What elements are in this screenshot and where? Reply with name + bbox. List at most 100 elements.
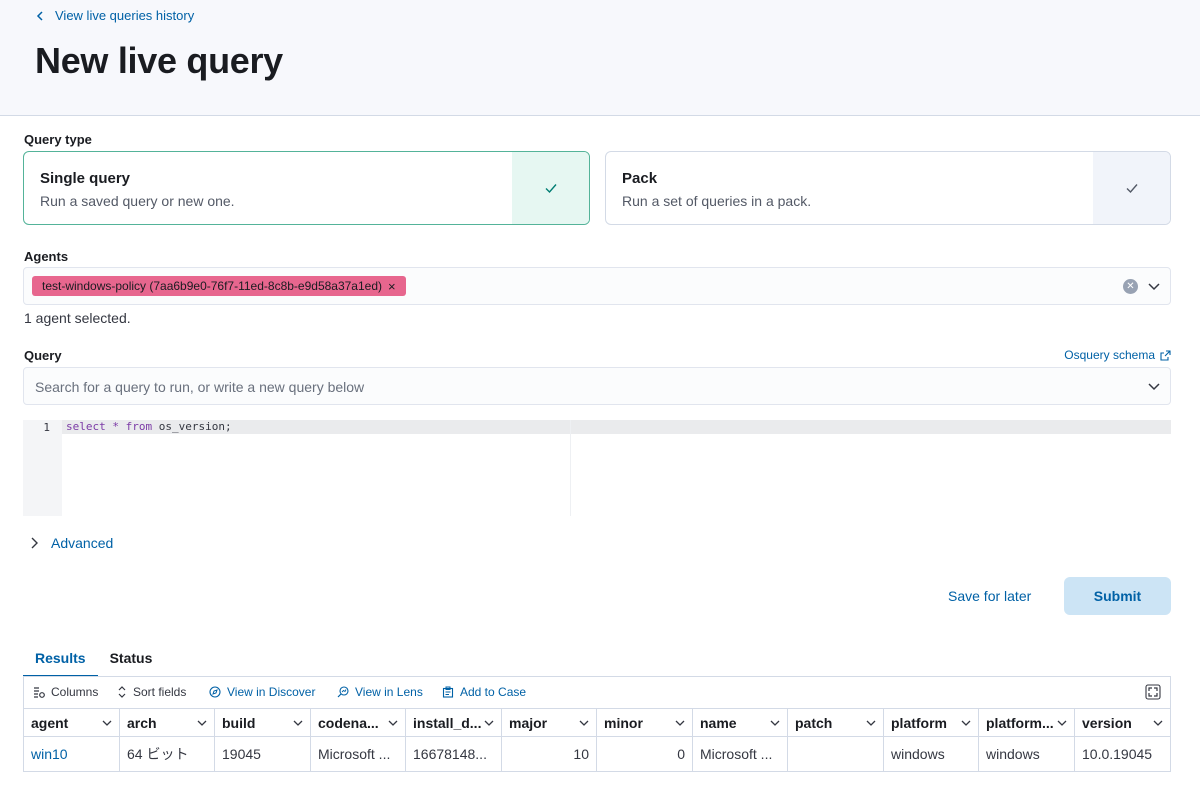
pack-card[interactable]: Pack Run a set of queries in a pack. [605,151,1171,225]
line-number: 1 [43,421,50,434]
query-type-label: Query type [24,132,92,147]
column-header-7[interactable]: name [693,709,788,736]
agents-label: Agents [24,249,69,264]
advanced-label[interactable]: Advanced [51,535,113,551]
column-header-3[interactable]: codena... [311,709,406,736]
table-cell-version: 10.0.19045 [1082,746,1153,762]
clear-selection-icon[interactable]: ✕ [1123,279,1138,294]
agents-helper-text: 1 agent selected. [24,310,131,326]
chevron-down-icon[interactable] [293,718,303,728]
pack-title: Pack [622,170,658,187]
table-row: win10 64 ビット 19045 Microsoft ... 16678148...… [24,737,1170,771]
agents-combobox[interactable]: test-windows-policy (7aa6b9e0-76f7-11ed-… [23,267,1171,305]
column-header-9[interactable]: platform [884,709,979,736]
save-for-later-button[interactable]: Save for later [948,588,1031,604]
chevron-down-icon[interactable] [770,718,780,728]
code-line[interactable]: select * from os_version; [66,420,232,434]
columns-icon [34,687,45,698]
chevron-down-icon[interactable] [961,718,971,728]
add-to-case-button[interactable]: Add to Case [442,685,526,699]
editor-gutter: 1 [23,420,62,516]
column-header-8[interactable]: patch [788,709,884,736]
column-header-label: agent [31,714,69,731]
chevron-down-icon[interactable] [1146,378,1162,394]
agent-pill[interactable]: test-windows-policy (7aa6b9e0-76f7-11ed-… [32,276,406,296]
column-header-1[interactable]: arch [120,709,215,736]
column-header-5[interactable]: major [502,709,597,736]
table-cell-agent[interactable]: win10 [24,737,120,771]
remove-pill-icon[interactable]: × [388,279,396,294]
chevron-down-icon[interactable] [484,718,494,728]
table-cell-patch [788,737,884,771]
table-cell-install_d: 16678148... [406,737,502,771]
single-query-card[interactable]: Single query Run a saved query or new on… [23,151,590,225]
query-search-combobox[interactable]: Search for a query to run, or write a ne… [23,367,1171,405]
check-icon [545,184,557,194]
column-header-10[interactable]: platform... [979,709,1075,736]
osquery-schema-label[interactable]: Osquery schema [1064,348,1155,362]
chevron-down-icon[interactable] [102,718,112,728]
back-link-label[interactable]: View live queries history [55,8,194,23]
osquery-schema-link[interactable]: Osquery schema [1064,348,1171,362]
view-in-lens-button[interactable]: View in Lens [337,685,423,699]
table-cell-build: 19045 [215,737,311,771]
table-cell-platform: windows [979,737,1075,771]
tab-status[interactable]: Status [98,640,165,677]
page-title: New live query [35,40,283,81]
sort-fields-label: Sort fields [133,685,187,699]
discover-icon [209,686,221,698]
pack-check[interactable] [1093,152,1170,224]
table-cell-minor: 0 [597,737,693,771]
sort-fields-button[interactable]: Sort fields [117,685,186,699]
lens-icon [337,686,349,698]
columns-label: Columns [51,685,99,699]
single-query-check[interactable] [512,152,589,224]
chevron-down-icon[interactable] [579,718,589,728]
column-header-4[interactable]: install_d... [406,709,502,736]
column-header-label: version [1082,714,1132,731]
chevron-left-icon [36,10,43,21]
chevron-down-icon[interactable] [866,718,876,728]
add-to-case-label: Add to Case [460,685,527,699]
chevron-down-icon[interactable] [1057,718,1067,728]
chevron-down-icon[interactable] [1146,278,1162,294]
chevron-down-icon[interactable] [197,718,207,728]
pack-description: Run a set of queries in a pack. [622,193,812,209]
external-link-icon [1160,349,1171,361]
chevron-down-icon[interactable] [388,718,398,728]
column-header-label: platform [891,714,947,731]
column-header-0[interactable]: agent [24,709,120,736]
column-header-label: build [222,714,256,731]
page-header: View live queries history New live query [0,0,1200,116]
table-cell-codena: Microsoft ... [311,737,406,771]
tab-results[interactable]: Results [23,640,98,677]
table-cell-name: Microsoft ... [693,737,788,771]
single-query-title: Single query [40,170,131,187]
column-header-label: platform... [986,714,1054,731]
chevron-down-icon[interactable] [675,718,685,728]
column-header-label: patch [795,714,833,731]
column-header-11[interactable]: version [1075,709,1170,736]
query-search-placeholder: Search for a query to run, or write a ne… [35,379,365,395]
view-in-discover-button[interactable]: View in Discover [209,685,315,699]
column-header-6[interactable]: minor [597,709,693,736]
code-token: from [125,420,153,433]
code-token: * [112,420,119,433]
submit-button[interactable]: Submit [1064,577,1171,615]
table-cell-arch: 64 ビット [120,737,215,771]
grid-header-row: agent arch build codena... install_d... major… [24,709,1170,737]
sort-icon [118,686,126,698]
back-to-history-link[interactable]: View live queries history [35,8,194,23]
chevron-down-icon[interactable] [1153,718,1163,728]
query-code-editor[interactable]: 1 select * from os_version; [23,420,1171,516]
column-header-label: name [700,714,737,731]
chevron-right-icon [31,537,38,549]
fullscreen-icon[interactable] [1145,684,1161,700]
columns-button[interactable]: Columns [33,685,98,699]
advanced-toggle[interactable]: Advanced [29,535,113,551]
agent-pill-label: test-windows-policy (7aa6b9e0-76f7-11ed-… [42,279,383,293]
case-icon [442,686,454,698]
column-header-2[interactable]: build [215,709,311,736]
check-icon [1126,184,1138,194]
